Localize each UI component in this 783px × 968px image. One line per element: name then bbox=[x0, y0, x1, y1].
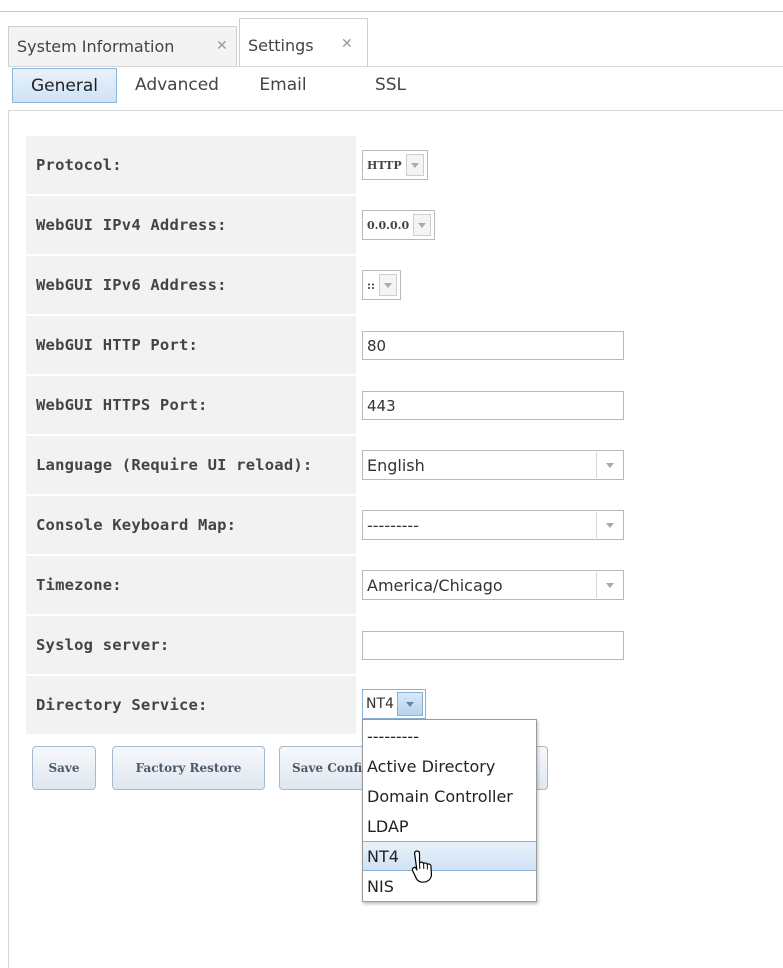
dropdown-option[interactable]: Domain Controller bbox=[363, 781, 536, 811]
close-icon[interactable]: ✕ bbox=[216, 38, 228, 54]
protocol-value: HTTP bbox=[367, 158, 402, 172]
chevron-down-icon[interactable] bbox=[413, 214, 432, 236]
https-port-input[interactable] bbox=[362, 391, 624, 420]
ipv6-select[interactable]: :: bbox=[362, 270, 402, 300]
top-rule bbox=[0, 11, 783, 12]
ipv6-label: WebGUI IPv6 Address: bbox=[26, 256, 356, 314]
timezone-value: America/Chicago bbox=[367, 575, 503, 595]
chevron-down-icon[interactable] bbox=[596, 452, 623, 478]
http-port-input[interactable] bbox=[362, 331, 624, 360]
protocol-label: Protocol: bbox=[26, 136, 356, 194]
directory-value: NT4 bbox=[366, 696, 394, 712]
factory-restore-button[interactable]: Factory Restore bbox=[112, 746, 265, 790]
directory-select[interactable]: NT4 bbox=[362, 689, 426, 719]
tab-settings[interactable]: Settings ✕ bbox=[239, 18, 368, 67]
dropdown-option[interactable]: --------- bbox=[363, 721, 536, 751]
ipv4-label: WebGUI IPv4 Address: bbox=[26, 196, 356, 254]
chevron-down-icon[interactable] bbox=[396, 692, 423, 716]
language-select[interactable]: English bbox=[362, 450, 624, 480]
ipv4-value: 0.0.0.0 bbox=[367, 218, 410, 232]
subtab-email[interactable]: Email bbox=[248, 67, 318, 102]
ipv6-value: :: bbox=[367, 278, 376, 292]
keymap-label: Console Keyboard Map: bbox=[26, 496, 356, 554]
chevron-down-icon[interactable] bbox=[596, 572, 623, 598]
dropdown-option[interactable]: NIS bbox=[363, 871, 536, 901]
row-protocol: Protocol: HTTP bbox=[26, 136, 626, 194]
content-border bbox=[8, 110, 9, 968]
tab-system-information[interactable]: System Information ✕ bbox=[8, 26, 237, 66]
timezone-select[interactable]: America/Chicago bbox=[362, 570, 624, 600]
https-port-label: WebGUI HTTPS Port: bbox=[26, 376, 356, 434]
row-https-port: WebGUI HTTPS Port: bbox=[26, 376, 626, 434]
http-port-label: WebGUI HTTP Port: bbox=[26, 316, 356, 374]
row-timezone: Timezone: America/Chicago bbox=[26, 556, 626, 614]
chevron-down-icon[interactable] bbox=[596, 512, 623, 538]
tab-label: Settings bbox=[248, 35, 314, 55]
tab-label: System Information bbox=[17, 37, 175, 56]
subtab-general[interactable]: General bbox=[12, 68, 117, 103]
row-keymap: Console Keyboard Map: --------- bbox=[26, 496, 626, 554]
row-syslog: Syslog server: bbox=[26, 616, 626, 674]
row-ipv4: WebGUI IPv4 Address: 0.0.0.0 bbox=[26, 196, 626, 254]
dropdown-option-highlighted[interactable]: NT4 bbox=[363, 841, 536, 871]
row-language: Language (Require UI reload): English bbox=[26, 436, 626, 494]
chevron-down-icon[interactable] bbox=[405, 154, 424, 176]
language-label: Language (Require UI reload): bbox=[26, 436, 356, 494]
keymap-select[interactable]: --------- bbox=[362, 510, 624, 540]
row-http-port: WebGUI HTTP Port: bbox=[26, 316, 626, 374]
hand-pointer-icon bbox=[411, 850, 433, 883]
subtab-advanced[interactable]: Advanced bbox=[127, 67, 227, 102]
directory-dropdown-list: --------- Active Directory Domain Contro… bbox=[362, 719, 537, 902]
language-value: English bbox=[367, 455, 425, 475]
subtab-ssl[interactable]: SSL bbox=[363, 67, 418, 102]
dropdown-option[interactable]: LDAP bbox=[363, 811, 536, 841]
row-ipv6: WebGUI IPv6 Address: :: bbox=[26, 256, 626, 314]
close-icon[interactable]: ✕ bbox=[341, 36, 353, 52]
timezone-label: Timezone: bbox=[26, 556, 356, 614]
protocol-select[interactable]: HTTP bbox=[362, 150, 428, 180]
syslog-label: Syslog server: bbox=[26, 616, 356, 674]
subtab-bar: General Advanced Email SSL bbox=[8, 66, 783, 111]
directory-label: Directory Service: bbox=[26, 676, 356, 734]
syslog-input[interactable] bbox=[362, 631, 624, 660]
dropdown-option[interactable]: Active Directory bbox=[363, 751, 536, 781]
chevron-down-icon[interactable] bbox=[379, 274, 398, 296]
ipv4-select[interactable]: 0.0.0.0 bbox=[362, 210, 436, 240]
save-button[interactable]: Save bbox=[32, 746, 96, 790]
keymap-value: --------- bbox=[367, 515, 419, 535]
